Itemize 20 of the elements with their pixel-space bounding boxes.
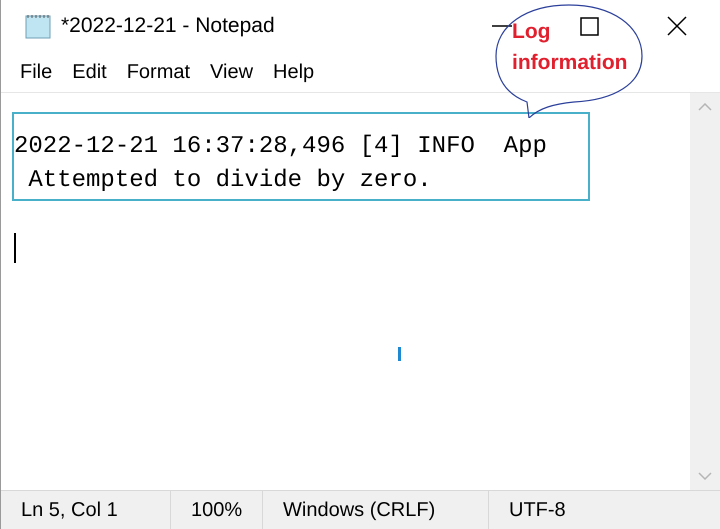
- status-text: UTF-8: [509, 498, 566, 523]
- menu-item[interactable]: Help: [264, 57, 324, 87]
- status-text: 100%: [191, 498, 242, 523]
- menu-item[interactable]: View: [201, 57, 262, 87]
- mouse-cursor: [398, 347, 401, 361]
- status-text: Windows (CRLF): [283, 498, 436, 523]
- callout-text: information: [512, 50, 628, 76]
- notepad-icon: [23, 12, 53, 40]
- menu-item[interactable]: File: [11, 57, 62, 87]
- text-line: Attempted to divide by zero.: [27, 166, 433, 196]
- minimize-icon[interactable]: [492, 24, 512, 28]
- callout-text: Log: [512, 19, 550, 45]
- text-cursor: [14, 233, 16, 263]
- window-title: *2022-12-21 - Notepad: [61, 13, 275, 40]
- text-line: 2022-12-21 16:37:28,496 [4] INFO App: [14, 132, 548, 162]
- menu-item[interactable]: Format: [118, 57, 200, 87]
- maximize-icon[interactable]: [580, 16, 599, 36]
- status-text: Ln 5, Col 1: [21, 498, 118, 523]
- menu-item[interactable]: Edit: [63, 57, 116, 87]
- close-icon[interactable]: [667, 16, 687, 36]
